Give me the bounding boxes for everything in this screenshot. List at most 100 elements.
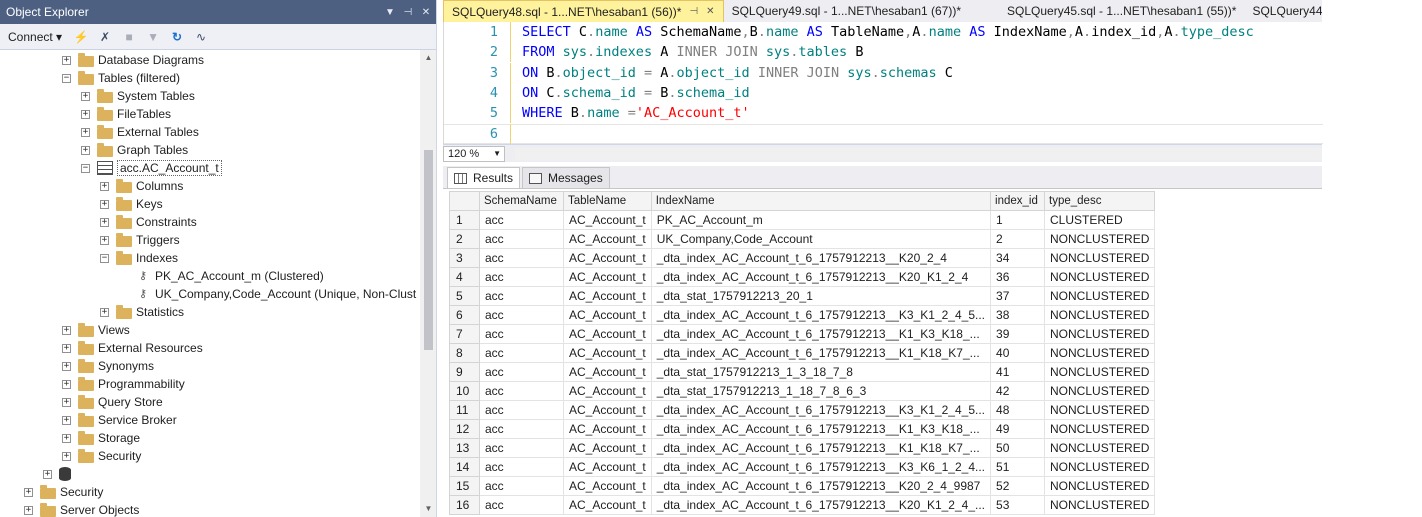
expand-icon[interactable]: + (81, 127, 90, 137)
row-number[interactable]: 8 (449, 343, 480, 363)
row-number[interactable]: 16 (449, 495, 480, 515)
tree-node[interactable]: + Constraints (100, 213, 197, 231)
column-header[interactable]: IndexName (650, 191, 992, 211)
table-cell[interactable]: NONCLUSTERED (1044, 248, 1156, 268)
table-cell[interactable]: acc (479, 210, 564, 230)
filter-icon[interactable]: ▼ (144, 28, 162, 46)
query-editor[interactable]: 1 SELECT C. name AS SchemaName, B. name AS T… (443, 22, 1323, 144)
document-tab[interactable]: SQLQuery48.sql - 1...NET\hesaban1 (56))*… (443, 0, 724, 22)
table-cell[interactable]: AC_Account_t (563, 305, 652, 325)
table-cell[interactable]: 36 (990, 267, 1046, 287)
stop-icon[interactable]: ■ (120, 28, 138, 46)
table-cell[interactable]: UK_Company,Code_Account (650, 229, 992, 249)
expand-icon[interactable]: + (43, 469, 52, 479)
table-cell[interactable]: 40 (990, 343, 1046, 363)
row-number[interactable]: 15 (449, 476, 480, 496)
tree-node[interactable]: + (43, 465, 75, 483)
tree-node[interactable]: + Service Broker (62, 411, 177, 429)
tree-node[interactable]: + External Tables (81, 123, 199, 141)
code-line[interactable]: 4 ON C. schema_id = B. schema_id (444, 82, 1323, 103)
collapse-icon[interactable]: − (62, 73, 71, 83)
code-line[interactable]: 2 FROM sys. indexes A INNER JOIN sys. table… (444, 42, 1323, 63)
table-row[interactable]: 4 acc AC_Account_t _dta_index_AC_Account_t_… (449, 267, 1156, 287)
row-number[interactable]: 7 (449, 324, 480, 344)
table-cell[interactable]: NONCLUSTERED (1044, 381, 1156, 401)
table-cell[interactable]: acc (479, 286, 564, 306)
table-cell[interactable]: NONCLUSTERED (1044, 305, 1156, 325)
connect-plug-icon[interactable]: ⚡ (72, 28, 90, 46)
table-cell[interactable]: CLUSTERED (1044, 210, 1156, 230)
table-cell[interactable]: 51 (990, 457, 1046, 477)
table-cell[interactable]: _dta_index_AC_Account_t_6_1757912213__K2… (650, 267, 992, 287)
table-cell[interactable]: acc (479, 476, 564, 496)
expand-icon[interactable]: + (100, 217, 109, 227)
table-row[interactable]: 10 acc AC_Account_t _dta_stat_1757912213_1_… (449, 381, 1156, 401)
column-header[interactable]: TableName (563, 191, 652, 211)
table-row[interactable]: 3 acc AC_Account_t _dta_index_AC_Account_t_… (449, 248, 1156, 268)
table-cell[interactable]: 38 (990, 305, 1046, 325)
table-cell[interactable]: acc (479, 362, 564, 382)
tree-node[interactable]: + Columns (100, 177, 183, 195)
table-cell[interactable]: AC_Account_t (563, 210, 652, 230)
table-cell[interactable]: NONCLUSTERED (1044, 229, 1156, 249)
tree-node[interactable]: − Tables (filtered) (62, 69, 180, 87)
table-cell[interactable]: AC_Account_t (563, 229, 652, 249)
table-cell[interactable]: _dta_index_AC_Account_t_6_1757912213__K3… (650, 457, 992, 477)
expand-icon[interactable]: + (62, 343, 71, 353)
row-number[interactable]: 10 (449, 381, 480, 401)
pin-icon[interactable]: ⊣ (400, 7, 416, 18)
table-cell[interactable]: _dta_stat_1757912213_20_1 (650, 286, 992, 306)
table-cell[interactable]: _dta_stat_1757912213_1_18_7_8_6_3 (650, 381, 992, 401)
table-cell[interactable]: 50 (990, 438, 1046, 458)
scroll-up-icon[interactable]: ▲ (420, 50, 436, 66)
tab-results[interactable]: Results (447, 167, 521, 188)
table-cell[interactable]: acc (479, 343, 564, 363)
table-cell[interactable]: AC_Account_t (563, 381, 652, 401)
table-cell[interactable]: 41 (990, 362, 1046, 382)
document-tab[interactable]: SQLQuery44.s (1244, 0, 1322, 22)
table-row[interactable]: 15 acc AC_Account_t _dta_index_AC_Account_t… (449, 476, 1156, 496)
table-cell[interactable]: AC_Account_t (563, 362, 652, 382)
close-icon[interactable]: ✕ (418, 7, 434, 18)
table-cell[interactable]: 53 (990, 495, 1046, 515)
connect-button[interactable]: Connect ▾ (4, 30, 66, 44)
tree-node[interactable]: + Triggers (100, 231, 180, 249)
table-cell[interactable]: acc (479, 381, 564, 401)
row-number[interactable]: 5 (449, 286, 480, 306)
code-line[interactable]: 1 SELECT C. name AS SchemaName, B. name AS T… (444, 22, 1323, 42)
table-cell[interactable]: 39 (990, 324, 1046, 344)
expand-icon[interactable]: + (62, 361, 71, 371)
table-cell[interactable]: acc (479, 419, 564, 439)
tree-node[interactable]: + Keys (100, 195, 163, 213)
tree-node[interactable]: + Views (62, 321, 130, 339)
dropdown-arrow-icon[interactable]: ▼ (382, 7, 398, 18)
row-number[interactable]: 9 (449, 362, 480, 382)
table-cell[interactable]: AC_Account_t (563, 267, 652, 287)
table-cell[interactable]: _dta_index_AC_Account_t_6_1757912213__K2… (650, 495, 992, 515)
table-row[interactable]: 5 acc AC_Account_t _dta_stat_1757912213_20_… (449, 286, 1156, 306)
pin-icon[interactable]: ⊣ (689, 6, 698, 17)
row-number-header[interactable] (449, 191, 480, 211)
collapse-icon[interactable]: − (100, 253, 109, 263)
expand-icon[interactable]: + (62, 325, 71, 335)
table-row[interactable]: 7 acc AC_Account_t _dta_index_AC_Account_t_… (449, 324, 1156, 344)
table-cell[interactable]: AC_Account_t (563, 400, 652, 420)
table-cell[interactable]: 37 (990, 286, 1046, 306)
table-cell[interactable]: NONCLUSTERED (1044, 457, 1156, 477)
table-cell[interactable]: acc (479, 438, 564, 458)
table-cell[interactable]: acc (479, 495, 564, 515)
table-cell[interactable]: _dta_index_AC_Account_t_6_1757912213__K1… (650, 419, 992, 439)
column-header[interactable]: SchemaName (479, 191, 564, 211)
code-line[interactable]: 5 WHERE B. name = 'AC_Account_t' (444, 103, 1323, 124)
row-number[interactable]: 13 (449, 438, 480, 458)
object-explorer-scrollbar[interactable]: ▲ ▼ (420, 50, 436, 517)
table-row[interactable]: 14 acc AC_Account_t _dta_index_AC_Account_t… (449, 457, 1156, 477)
table-cell[interactable]: AC_Account_t (563, 457, 652, 477)
expand-icon[interactable]: + (100, 181, 109, 191)
table-cell[interactable]: _dta_index_AC_Account_t_6_1757912213__K3… (650, 305, 992, 325)
tree-node[interactable]: + Server Objects (24, 501, 139, 517)
table-cell[interactable]: _dta_index_AC_Account_t_6_1757912213__K2… (650, 248, 992, 268)
table-cell[interactable]: acc (479, 267, 564, 287)
close-icon[interactable]: ✕ (706, 6, 714, 17)
column-header[interactable]: index_id (990, 191, 1046, 211)
